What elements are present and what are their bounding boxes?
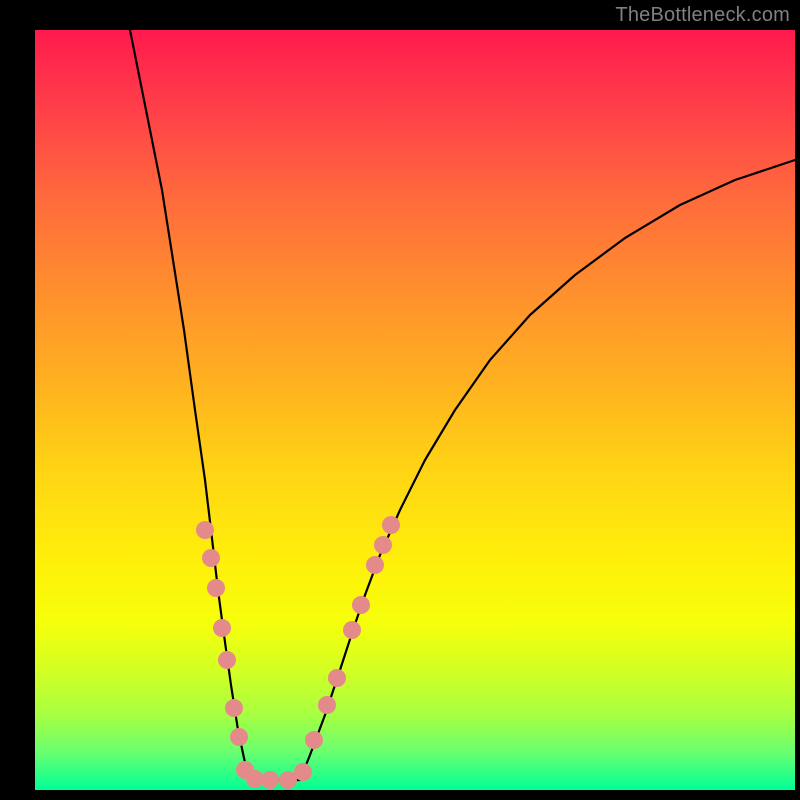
marker-dot [328, 669, 346, 687]
marker-dot [218, 651, 236, 669]
curve-svg [35, 30, 795, 790]
marker-dot [213, 619, 231, 637]
marker-dot [294, 763, 312, 781]
marker-dot [382, 516, 400, 534]
curve-markers [196, 516, 400, 789]
marker-dot [374, 536, 392, 554]
marker-dot [196, 521, 214, 539]
marker-dot [305, 731, 323, 749]
plot-area [35, 30, 795, 790]
chart-frame: TheBottleneck.com [0, 0, 800, 800]
marker-dot [261, 771, 279, 789]
marker-dot [366, 556, 384, 574]
marker-dot [352, 596, 370, 614]
marker-dot [225, 699, 243, 717]
marker-dot [207, 579, 225, 597]
watermark-text: TheBottleneck.com [615, 4, 790, 27]
marker-dot [202, 549, 220, 567]
marker-dot [318, 696, 336, 714]
marker-dot [230, 728, 248, 746]
marker-dot [343, 621, 361, 639]
